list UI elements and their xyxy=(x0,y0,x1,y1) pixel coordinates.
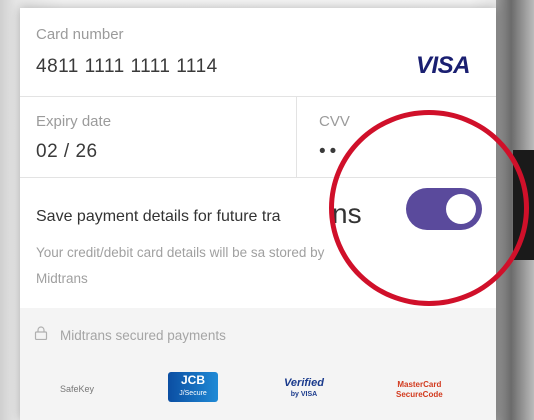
safekey-logo: SafeKey xyxy=(60,384,95,394)
dark-strip xyxy=(513,150,534,260)
card-number-field[interactable]: Card number 4811 1111 1111 1114 VISA xyxy=(20,8,496,96)
save-payment-description: Your credit/debit card details will be s… xyxy=(36,245,325,286)
payment-card-form: Card number 4811 1111 1111 1114 VISA Exp… xyxy=(20,8,496,420)
lock-icon xyxy=(34,326,48,340)
expiry-date-field[interactable]: Expiry date 02 / 26 xyxy=(20,97,296,177)
mc-logo-subtext: SecureCode xyxy=(396,390,443,399)
jcb-logo: JCB J/Secure xyxy=(168,372,218,402)
jcb-logo-subtext: J/Secure xyxy=(179,390,207,397)
save-payment-toggle[interactable] xyxy=(406,188,482,230)
verified-by-visa-logo: Verified by VISA xyxy=(284,378,324,400)
divider xyxy=(20,177,496,178)
toggle-knob xyxy=(446,194,476,224)
expiry-date-value: 02 / 26 xyxy=(36,141,98,162)
expiry-date-label: Expiry date xyxy=(36,113,112,130)
cvv-label: CVV xyxy=(319,113,350,130)
cvv-field[interactable]: CVV •• xyxy=(297,97,496,177)
jcb-logo-text: JCB xyxy=(180,373,205,387)
cvv-value: •• xyxy=(319,141,341,162)
vbv-logo-subtext: by VISA xyxy=(290,391,318,398)
save-payment-title: Save payment details for future tra xyxy=(36,208,281,225)
visa-logo: VISA xyxy=(416,52,471,79)
secured-payments-text: Midtrans secured payments xyxy=(60,328,226,343)
mc-logo-text: MasterCard xyxy=(397,380,442,389)
card-number-label: Card number xyxy=(36,26,124,43)
save-payment-title-tail: ns xyxy=(332,198,362,229)
mastercard-securecode-logo: MasterCard SecureCode xyxy=(396,380,443,400)
secured-payments-footer: Midtrans secured payments SafeKey JCB J/… xyxy=(20,308,496,420)
vbv-logo-text: Verified xyxy=(284,377,324,389)
card-number-value: 4811 1111 1111 1114 xyxy=(36,56,218,77)
